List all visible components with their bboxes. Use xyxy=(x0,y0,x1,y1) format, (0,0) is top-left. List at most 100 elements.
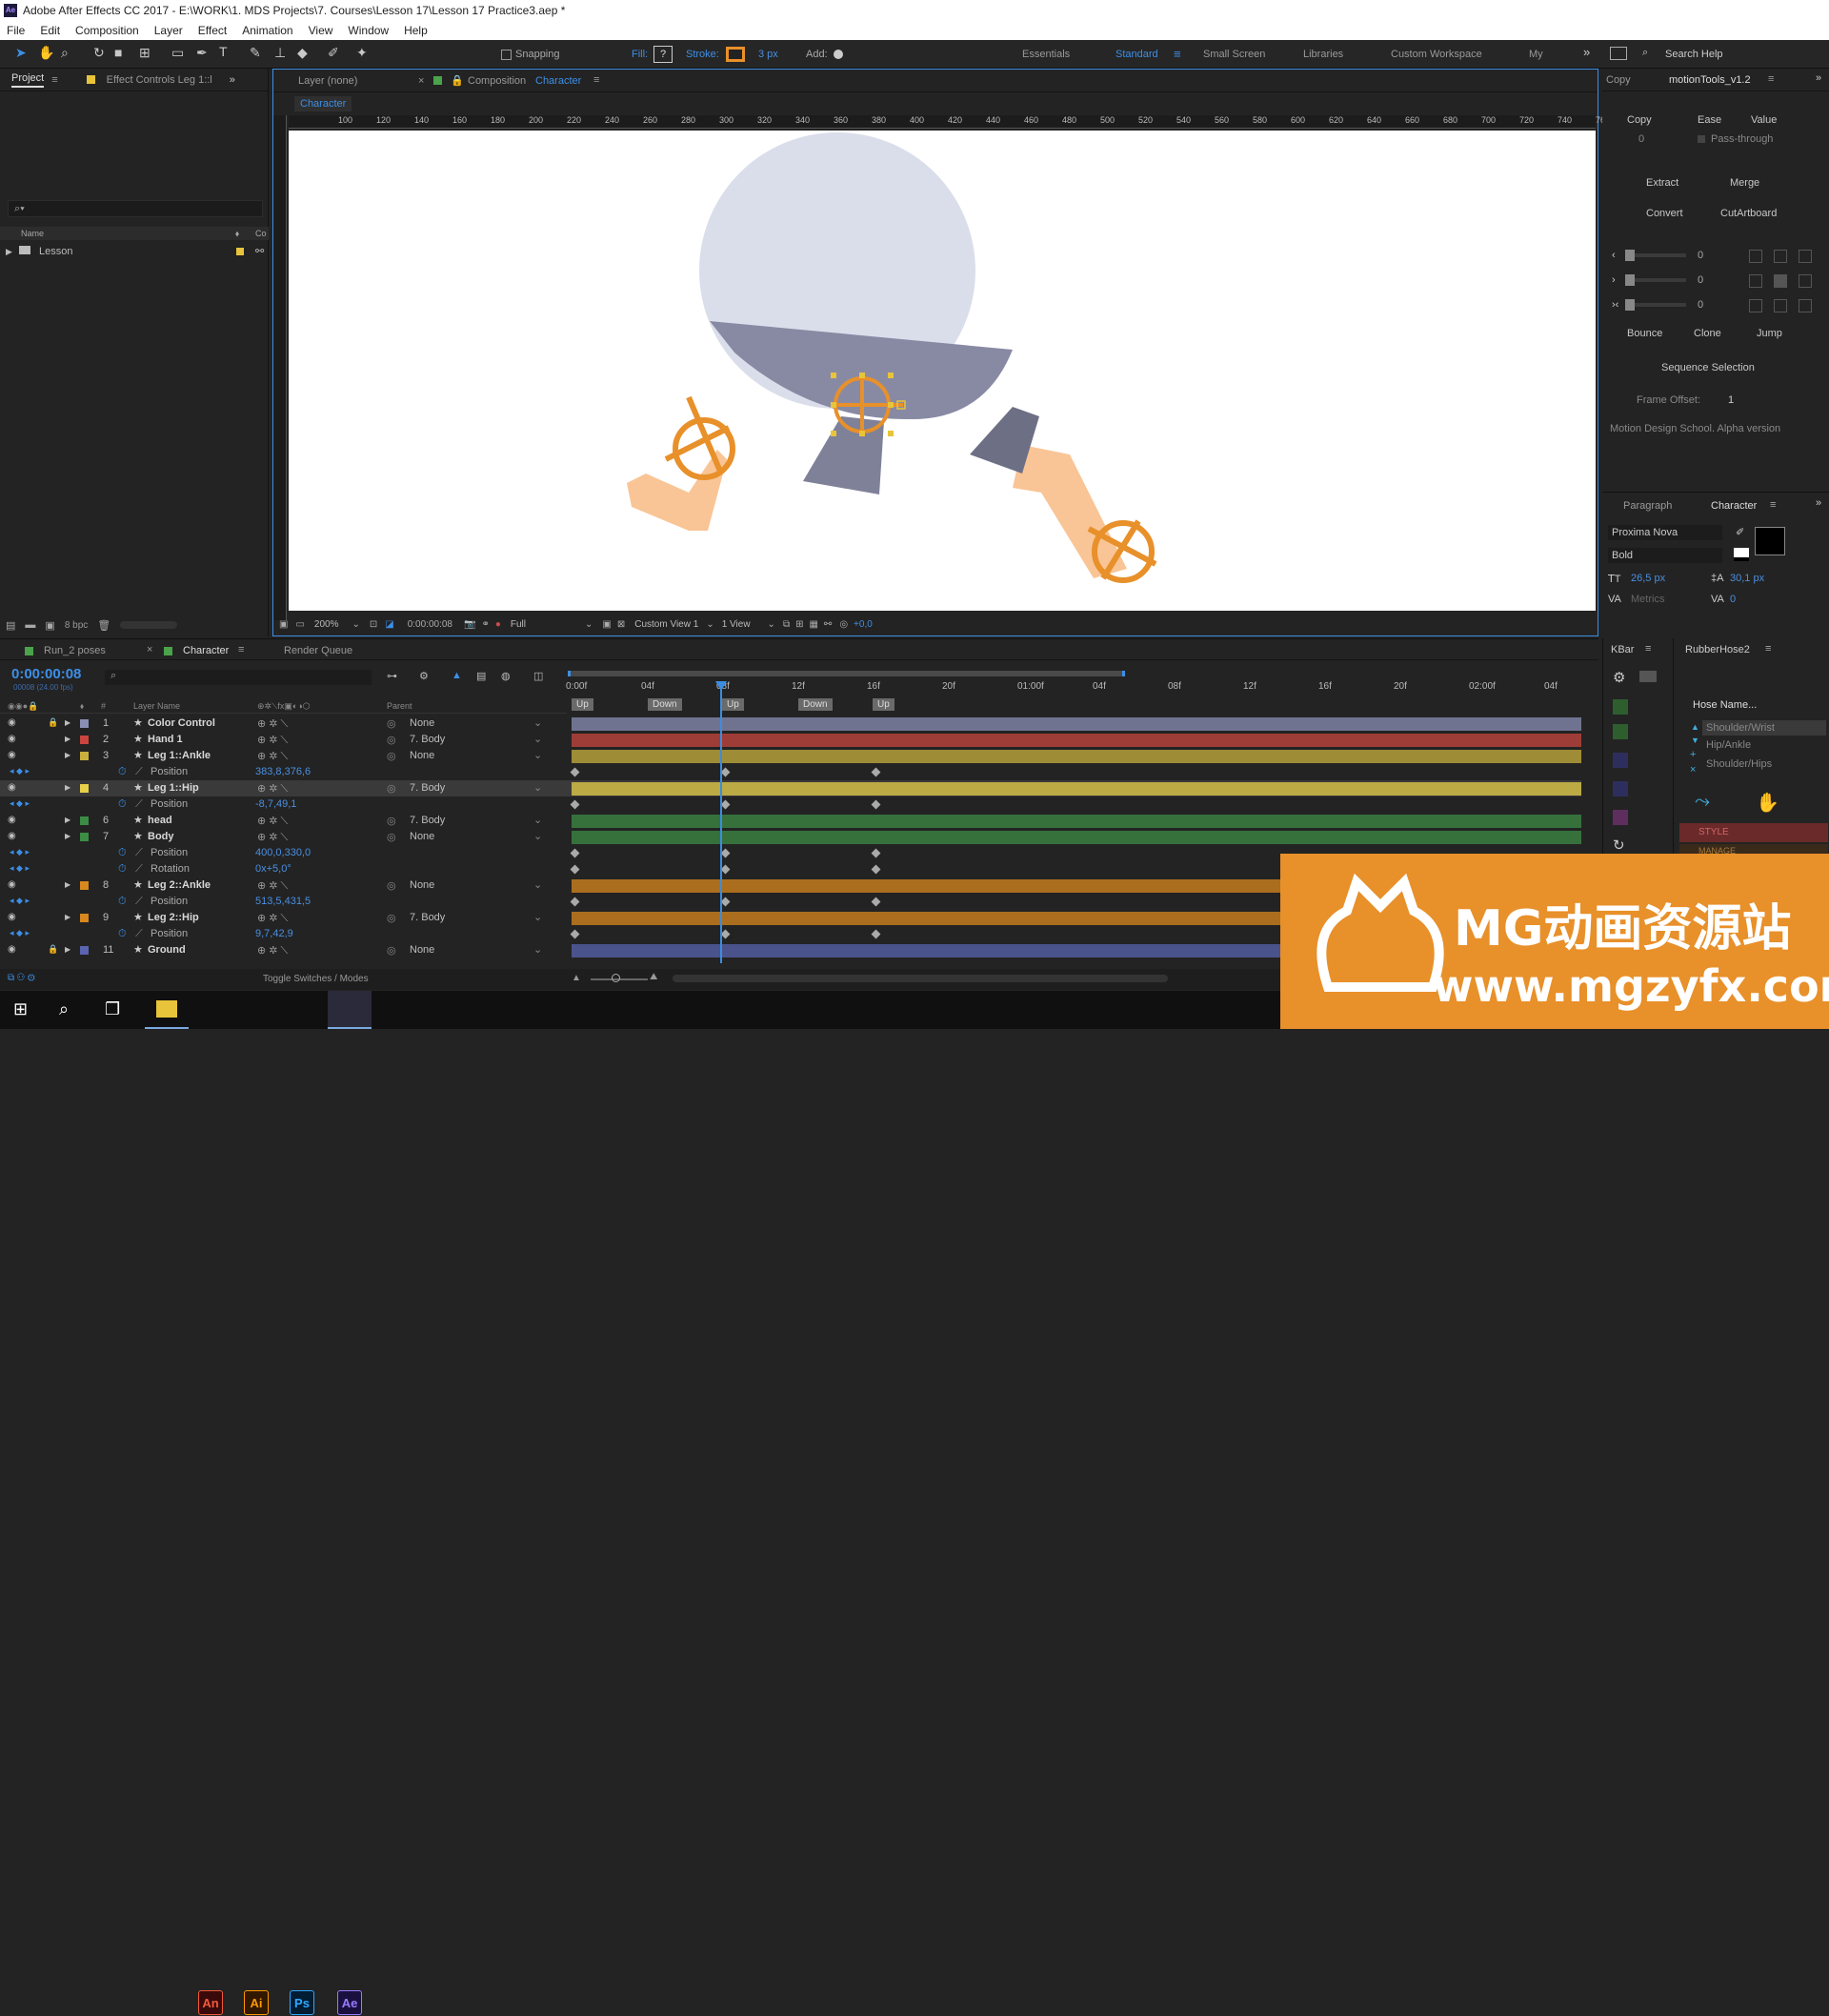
workspace-menu-icon[interactable]: ≡ xyxy=(1174,47,1181,61)
keyframe-icon[interactable] xyxy=(570,799,580,810)
property-value[interactable]: 513,5,431,5 xyxy=(255,896,311,907)
zoom-slider-thumb[interactable] xyxy=(612,974,620,982)
work-area-bar[interactable] xyxy=(568,668,1581,679)
hand-tool-icon[interactable]: ✋ xyxy=(38,45,54,61)
zoom-in-icon[interactable]: ⛰ xyxy=(650,972,657,982)
align-center-icon[interactable] xyxy=(1774,274,1787,288)
panel-menu-icon[interactable]: ≡ xyxy=(238,644,244,655)
hose-type-shoulder-wrist[interactable]: Shoulder/Wrist xyxy=(1702,720,1826,736)
pickwhip-icon[interactable]: ◎ xyxy=(387,879,396,892)
graph-icon[interactable]: ⟋ xyxy=(135,863,143,876)
keyframe-icon[interactable] xyxy=(720,848,731,858)
label-color[interactable] xyxy=(80,816,89,825)
bit-depth[interactable]: 8 bpc xyxy=(65,620,88,631)
view-layout-dropdown[interactable]: 1 View xyxy=(722,619,751,630)
keyframe-nav-icon[interactable]: ◂ ◆ ▸ xyxy=(10,766,30,776)
keyframe-icon[interactable] xyxy=(570,897,580,907)
stopwatch-icon[interactable]: ⏱ xyxy=(118,766,127,778)
frame-blending-icon[interactable]: ▤ xyxy=(476,670,486,682)
slider-thumb[interactable] xyxy=(1625,274,1635,286)
workspace-standard[interactable]: Standard xyxy=(1115,49,1158,60)
file-explorer-icon[interactable] xyxy=(145,991,189,1029)
switches-icon[interactable]: ⊕ ✲ ⟍ xyxy=(257,879,288,893)
keyframe-icon[interactable] xyxy=(720,897,731,907)
graph-editor-icon[interactable]: ◫ xyxy=(533,670,543,682)
comp-mini-flowchart-icon[interactable]: ⊶ xyxy=(387,670,397,682)
keyframe-icon[interactable] xyxy=(871,848,881,858)
layer-duration-bar[interactable] xyxy=(572,831,1581,844)
workspace-essentials[interactable]: Essentials xyxy=(1022,49,1070,60)
up-arrow-icon[interactable]: ▲ xyxy=(1691,722,1699,732)
keyframe-nav-icon[interactable]: ◂ ◆ ▸ xyxy=(10,863,30,874)
timeline-scrollbar[interactable] xyxy=(673,975,1168,982)
comp-marker[interactable]: Up xyxy=(873,698,894,711)
keyframe-icon[interactable] xyxy=(871,929,881,939)
eye-icon[interactable]: ◉ xyxy=(8,831,16,841)
keyframe-icon[interactable] xyxy=(871,767,881,777)
sequence-selection-button[interactable]: Sequence Selection xyxy=(1661,362,1755,373)
keyframe-nav-icon[interactable]: ◂ ◆ ▸ xyxy=(10,798,30,809)
keyframe-icon[interactable] xyxy=(570,864,580,875)
comp-breadcrumb-tab[interactable]: Character xyxy=(294,96,352,111)
color-channel-icon[interactable]: ● xyxy=(495,619,501,630)
passthrough-checkbox[interactable] xyxy=(1698,135,1705,143)
comp-marker[interactable]: Up xyxy=(722,698,744,711)
slider-value[interactable]: 0 xyxy=(1698,250,1703,261)
graph-icon[interactable]: ⟋ xyxy=(135,766,143,778)
pickwhip-icon[interactable]: ◎ xyxy=(387,944,396,957)
reset-exposure-icon[interactable]: ◎ xyxy=(839,619,848,630)
puppet-tool-icon[interactable]: ✦ xyxy=(356,45,368,61)
layer-row[interactable]: ◉ 🔒 ▶ 1 ★ Color Control ⊕ ✲ ⟍ ◎ None ⌄ xyxy=(0,716,1581,732)
switches-icon[interactable]: ⊕ ✲ ⟍ xyxy=(257,717,288,731)
project-tab[interactable]: Project xyxy=(11,72,45,88)
merge-button[interactable]: Merge xyxy=(1730,177,1759,189)
selection-tool-icon[interactable]: ➤ xyxy=(15,45,27,61)
eyedropper-icon[interactable]: ✐ xyxy=(1736,526,1744,538)
timeline-tab-render-queue[interactable]: Render Queue xyxy=(284,645,352,656)
layer-name[interactable]: Leg 1::Ankle xyxy=(148,750,211,761)
chevron-down-icon[interactable]: ⌄ xyxy=(533,716,542,729)
timeline-search-input[interactable]: ⌕ xyxy=(105,670,372,685)
fill-swatch[interactable]: ? xyxy=(653,46,673,63)
add-button[interactable] xyxy=(834,50,843,59)
pickwhip-icon[interactable]: ◎ xyxy=(387,750,396,762)
expand-arrow-icon[interactable]: ▶ xyxy=(6,247,12,256)
leading-value[interactable]: 30,1 px xyxy=(1730,573,1764,584)
property-row[interactable]: ◂ ◆ ▸ ⏱ ⟋ Position -8,7,49,1 xyxy=(0,796,1581,813)
parent-dropdown[interactable]: None xyxy=(410,750,434,761)
toggle-comp-icon[interactable] xyxy=(1639,671,1657,682)
down-arrow-icon[interactable]: ▼ xyxy=(1691,736,1699,745)
rotate-tool-icon[interactable]: ↻ xyxy=(93,45,105,61)
current-time[interactable]: 0:00:00:08 xyxy=(11,666,81,682)
pan-behind-tool-icon[interactable]: ⊞ xyxy=(139,45,151,61)
layer-duration-bar[interactable] xyxy=(572,782,1581,796)
chevron-down-icon[interactable]: ⌄ xyxy=(533,878,542,891)
layer-name-column[interactable]: Layer Name xyxy=(133,701,180,711)
align-top-right-icon[interactable] xyxy=(1799,250,1812,263)
tracking-value[interactable]: 0 xyxy=(1730,594,1736,605)
camera-tool-icon[interactable]: ■ xyxy=(114,45,122,60)
stroke-width[interactable]: 3 px xyxy=(758,49,778,60)
resolution-dropdown[interactable]: Full xyxy=(511,619,526,630)
workspace-overflow-icon[interactable]: » xyxy=(1583,45,1590,59)
graph-icon[interactable]: ⟋ xyxy=(135,798,143,811)
always-preview-icon[interactable]: ▣ xyxy=(279,619,288,630)
chevron-down-icon[interactable]: ⌄ xyxy=(533,749,542,761)
new-composition-icon[interactable]: ▣ xyxy=(45,619,54,632)
toggle-switches-modes[interactable]: Toggle Switches / Modes xyxy=(263,974,369,984)
transparency-grid-icon[interactable]: ⊠ xyxy=(617,619,625,630)
layer-row[interactable]: ◉ ▶ 2 ★ Hand 1 ⊕ ✲ ⟍ ◎ 7. Body ⌄ xyxy=(0,732,1581,748)
chevron-down-icon[interactable]: ⌄ xyxy=(533,781,542,794)
region-of-interest-icon[interactable]: ◪ xyxy=(385,619,393,630)
layer-tab[interactable]: Layer (none) xyxy=(298,75,357,87)
parent-dropdown[interactable]: 7. Body xyxy=(410,912,445,923)
exposure-value[interactable]: +0,0 xyxy=(854,619,873,630)
layer-name[interactable]: Leg 2::Hip xyxy=(148,912,199,923)
twirl-arrow-icon[interactable]: ▶ xyxy=(65,816,70,824)
label-color[interactable] xyxy=(80,719,89,728)
layer-switches-icon[interactable]: ⧉ ⚇ ⚙ xyxy=(8,973,35,983)
eye-icon[interactable]: ◉ xyxy=(8,879,16,890)
bounce-icon[interactable] xyxy=(1613,781,1628,796)
amp-icon[interactable] xyxy=(1613,810,1628,825)
remove-icon[interactable]: × xyxy=(1690,764,1696,776)
